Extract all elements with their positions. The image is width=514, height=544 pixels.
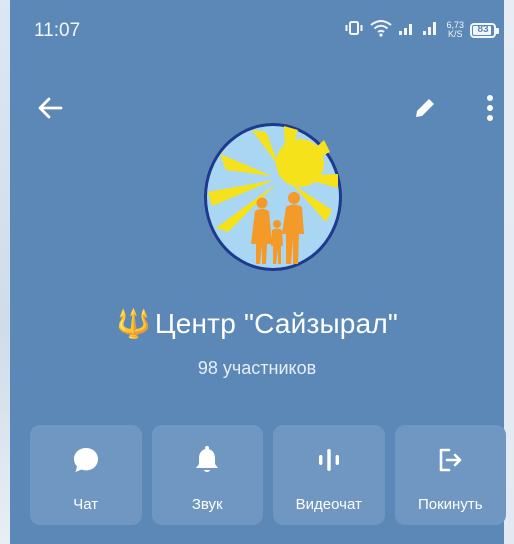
bell-icon [196,446,219,472]
arrow-left-icon [38,97,63,119]
sound-button-label: Звук [191,496,223,513]
network-speed: 6,73 K/S [446,21,464,39]
sound-button-icon-wrap [194,445,220,475]
chat-button-icon-wrap [71,445,101,475]
signal-strength-2-icon [422,20,440,41]
group-title-row: 🔱 Центр "Сайзырал" [10,306,504,342]
battery-level: 83 [477,23,489,35]
action-buttons: Чат Звук Видеочат Покинуть [30,425,506,525]
video-chat-button-icon-wrap [317,445,341,475]
more-options-button[interactable] [470,88,510,128]
vibrate-icon [344,20,364,41]
group-title: Центр "Сайзырал" [154,308,399,339]
status-time: 11:07 [34,20,81,41]
group-profile-panel: 11:07 6,73 K/S 83 🔱 Центр "Сайзырал" 98 … [10,0,506,544]
leave-button-icon-wrap [437,445,463,475]
video-chat-button[interactable]: Видеочат [273,425,385,525]
signal-strength-icon [398,20,416,41]
network-speed-unit: K/S [447,29,463,39]
status-bar: 11:07 6,73 K/S 83 [10,0,504,62]
leave-icon [439,448,462,472]
members-count: 98 участников [197,358,317,378]
status-icons: 6,73 K/S 83 [344,18,499,42]
leave-button[interactable]: Покинуть [394,425,506,525]
sound-button[interactable]: Звук [151,425,263,525]
more-vertical-icon [487,95,493,121]
group-avatar[interactable] [202,118,344,272]
chat-bubble-icon [73,448,98,472]
edit-button[interactable] [405,88,445,128]
chat-button-label: Чат [73,496,99,513]
pencil-icon [416,96,437,117]
wifi-icon [370,19,393,42]
battery-icon: 83 [470,22,499,38]
battery-nub [496,27,499,34]
sun-family-logo-icon [204,123,342,271]
back-button[interactable] [30,88,70,128]
voice-wave-icon [318,449,339,471]
video-chat-button-label: Видеочат [295,496,362,513]
chat-button[interactable]: Чат [30,425,142,525]
trident-icon: 🔱 [115,308,151,339]
leave-button-label: Покинуть [417,496,483,513]
background-left-edge [0,0,10,544]
